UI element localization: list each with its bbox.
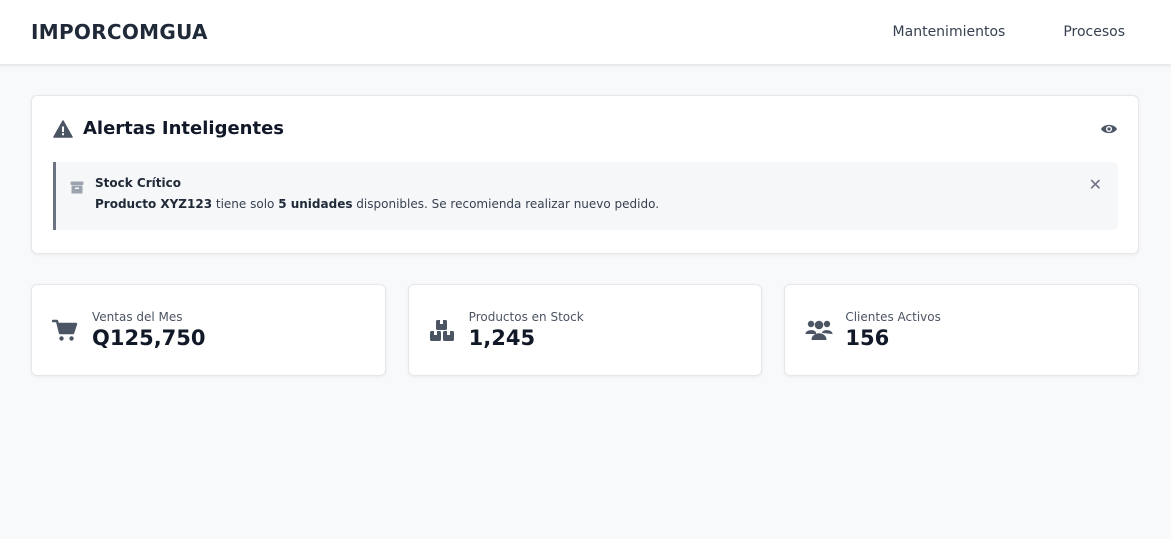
alert-stock-critico: Stock Crítico Producto XYZ123 tiene solo… (53, 162, 1118, 230)
brand-logo[interactable]: IMPORCOMGUA (31, 20, 208, 44)
nav-link-procesos[interactable]: Procesos (1063, 24, 1125, 40)
eye-icon[interactable] (1100, 123, 1118, 135)
top-navbar: IMPORCOMGUA Mantenimientos Procesos (0, 0, 1171, 65)
stat-label: Ventas del Mes (92, 310, 183, 324)
close-icon[interactable]: ✕ (1089, 177, 1102, 193)
nav-links: Mantenimientos Procesos (893, 24, 1125, 40)
warning-triangle-icon (53, 119, 73, 138)
alerts-title-wrap: Alertas Inteligentes (53, 118, 284, 139)
stat-card-productos: Productos en Stock 1,245 (407, 284, 763, 376)
alerts-header: Alertas Inteligentes (53, 118, 1118, 139)
alerts-panel: Alertas Inteligentes Stock Crítico Produ… (31, 95, 1139, 254)
alert-quantity: 5 unidades (278, 197, 353, 211)
alert-content: Stock Crítico Producto XYZ123 tiene solo… (95, 176, 659, 211)
stat-value: 1,245 (468, 326, 536, 350)
stat-value: Q125,750 (92, 326, 206, 350)
alert-product: Producto XYZ123 (95, 197, 213, 211)
stat-card-clientes: Clientes Activos 156 (784, 284, 1140, 376)
alert-title: Stock Crítico (95, 176, 181, 190)
shopping-cart-icon (52, 319, 82, 342)
alert-message: Producto XYZ123 tiene solo 5 unidades di… (95, 197, 659, 211)
dashboard-main: Alertas Inteligentes Stock Crítico Produ… (0, 65, 1171, 376)
stat-content: Clientes Activos 156 (845, 310, 941, 350)
stat-label: Clientes Activos (845, 310, 941, 324)
alerts-title: Alertas Inteligentes (83, 118, 285, 139)
alert-text-part-1: tiene solo (212, 197, 279, 211)
stat-card-ventas: Ventas del Mes Q125,750 (31, 284, 386, 376)
stat-value: 156 (845, 326, 890, 350)
boxes-icon (429, 319, 459, 342)
box-icon (70, 179, 84, 198)
stat-content: Productos en Stock 1,245 (469, 310, 584, 350)
users-icon (805, 319, 835, 341)
stats-row: Ventas del Mes Q125,750 Productos en Sto… (31, 284, 1140, 376)
stat-label: Productos en Stock (468, 310, 584, 324)
alert-text-part-2: disponibles. Se recomienda realizar nuev… (352, 197, 660, 211)
stat-content: Ventas del Mes Q125,750 (92, 310, 206, 350)
nav-link-mantenimientos[interactable]: Mantenimientos (893, 24, 1006, 40)
